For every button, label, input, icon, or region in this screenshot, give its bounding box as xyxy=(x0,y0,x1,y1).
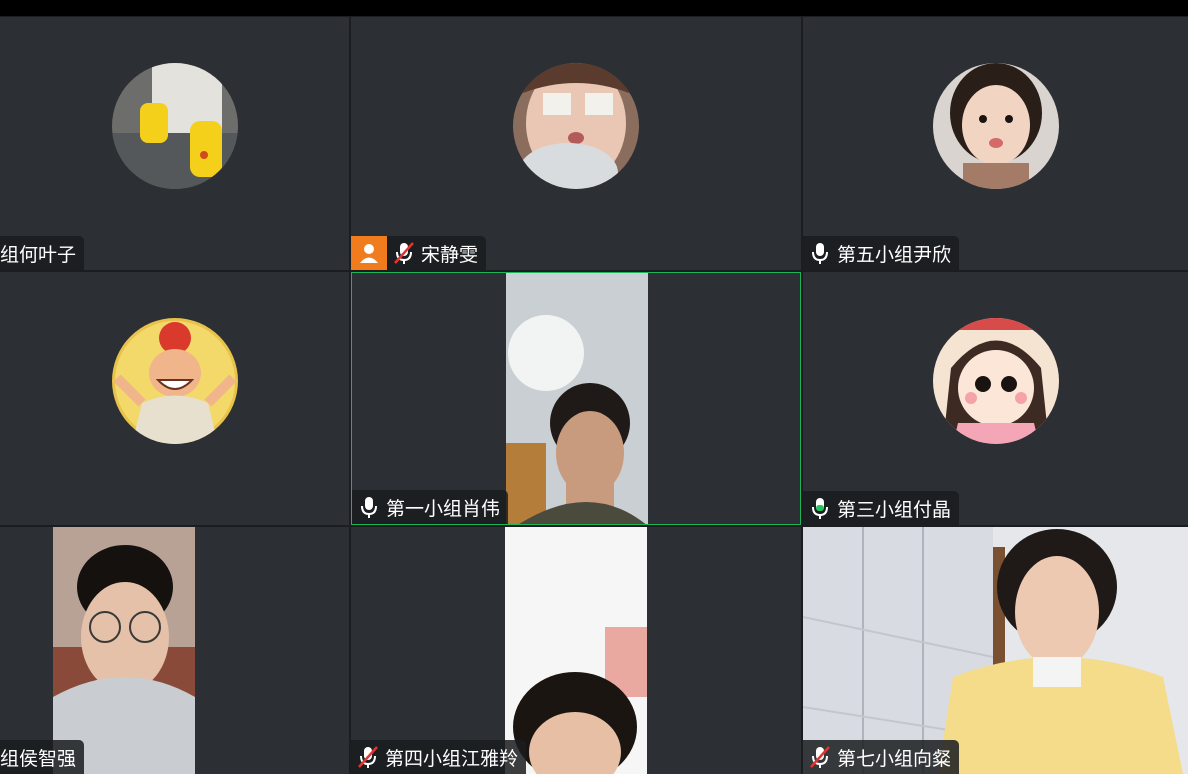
participant-avatar xyxy=(513,63,639,189)
participant-video xyxy=(505,527,647,774)
participant-tile[interactable]: 第三小组付晶 xyxy=(803,272,1188,525)
participant-name: 第一小组肖伟 xyxy=(386,497,501,520)
participant-avatar xyxy=(932,318,1059,444)
participant-name: 第五小组尹欣 xyxy=(837,243,952,266)
participant-name: 组何叶子 xyxy=(0,243,77,266)
microphone-icon[interactable] xyxy=(809,241,831,265)
participant-name-label: 组何叶子 xyxy=(0,236,85,270)
participant-video xyxy=(53,527,195,774)
participant-name: 第四小组江雅羚 xyxy=(385,747,519,770)
top-bar xyxy=(0,0,1188,16)
microphone-muted-icon[interactable] xyxy=(357,745,379,769)
participant-name-label: 第一小组肖伟 xyxy=(352,490,509,524)
participant-name: 第七小组向粲 xyxy=(837,747,952,770)
participant-avatar xyxy=(111,318,238,444)
microphone-muted-icon[interactable] xyxy=(809,745,831,769)
participant-tile[interactable]: 组侯智强 xyxy=(0,527,349,774)
participant-name: 组侯智强 xyxy=(0,747,77,770)
participant-video xyxy=(803,527,1188,774)
participant-name-label: 第七小组向粲 xyxy=(803,740,960,774)
host-user-icon xyxy=(351,236,387,270)
participant-tile[interactable] xyxy=(0,272,349,525)
participant-name-label: 组侯智强 xyxy=(0,740,85,774)
participant-avatar xyxy=(932,63,1059,189)
participant-avatar xyxy=(111,63,238,189)
participant-tile-active[interactable]: 第一小组肖伟 xyxy=(351,272,801,525)
participant-name-label: 第三小组付晶 xyxy=(803,491,960,525)
participant-name: 宋静雯 xyxy=(421,243,479,266)
microphone-icon[interactable] xyxy=(358,495,380,519)
microphone-icon[interactable] xyxy=(809,496,831,520)
participant-video xyxy=(506,273,648,524)
participant-name-label: 宋静雯 xyxy=(351,236,487,270)
participant-tile[interactable]: 宋静雯 xyxy=(351,17,801,270)
participant-tile[interactable]: 第四小组江雅羚 xyxy=(351,527,801,774)
participant-name-label: 第五小组尹欣 xyxy=(803,236,960,270)
microphone-muted-icon[interactable] xyxy=(393,241,415,265)
participant-name-label: 第四小组江雅羚 xyxy=(351,740,527,774)
participant-tile[interactable]: 第五小组尹欣 xyxy=(803,17,1188,270)
participant-tile[interactable]: 第七小组向粲 xyxy=(803,527,1188,774)
participant-tile[interactable]: 组何叶子 xyxy=(0,17,349,270)
participant-name: 第三小组付晶 xyxy=(837,498,952,521)
